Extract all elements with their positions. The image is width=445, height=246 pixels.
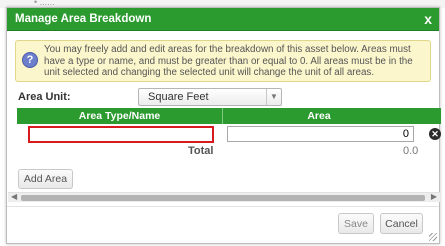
table-row: ✕ — [17, 125, 441, 143]
chevron-down-icon[interactable]: ▼ — [266, 89, 281, 105]
dialog-title: Manage Area Breakdown — [15, 13, 152, 25]
total-label: Total — [188, 145, 214, 157]
area-value-input[interactable] — [227, 126, 414, 142]
footer-divider — [7, 206, 439, 207]
dialog-titlebar: Manage Area Breakdown x — [7, 8, 439, 31]
scroll-left-icon[interactable]: ◀ — [11, 192, 17, 201]
horizontal-scrollbar[interactable]: ◀ ▶ — [8, 192, 440, 202]
add-area-button[interactable]: Add Area — [18, 169, 73, 189]
area-unit-value: Square Feet — [148, 91, 209, 103]
column-header-area: Area — [307, 110, 331, 122]
scrollbar-thumb[interactable] — [21, 195, 425, 201]
area-table-header: Area Type/Name Area — [17, 108, 441, 124]
remove-row-icon[interactable]: ✕ — [429, 128, 441, 140]
save-button[interactable]: Save — [338, 213, 374, 234]
close-icon[interactable]: x — [424, 11, 432, 27]
manage-area-dialog: Manage Area Breakdown x ? You may freely… — [6, 7, 441, 244]
total-value: 0.0 — [403, 145, 419, 157]
cancel-button[interactable]: Cancel — [380, 213, 423, 234]
scroll-right-icon[interactable]: ▶ — [431, 192, 437, 201]
info-message: You may freely add and edit areas for th… — [44, 44, 413, 79]
column-header-area-type: Area Type/Name — [78, 110, 161, 122]
info-message-box: ? You may freely add and edit areas for … — [15, 40, 431, 82]
question-icon: ? — [22, 52, 38, 68]
area-unit-select[interactable]: Square Feet ▼ — [138, 88, 282, 106]
background-text: • ...... — [34, 0, 55, 7]
resize-grip-icon[interactable] — [429, 233, 437, 241]
area-name-input[interactable] — [28, 126, 214, 143]
area-unit-label: Area Unit: — [18, 91, 71, 103]
